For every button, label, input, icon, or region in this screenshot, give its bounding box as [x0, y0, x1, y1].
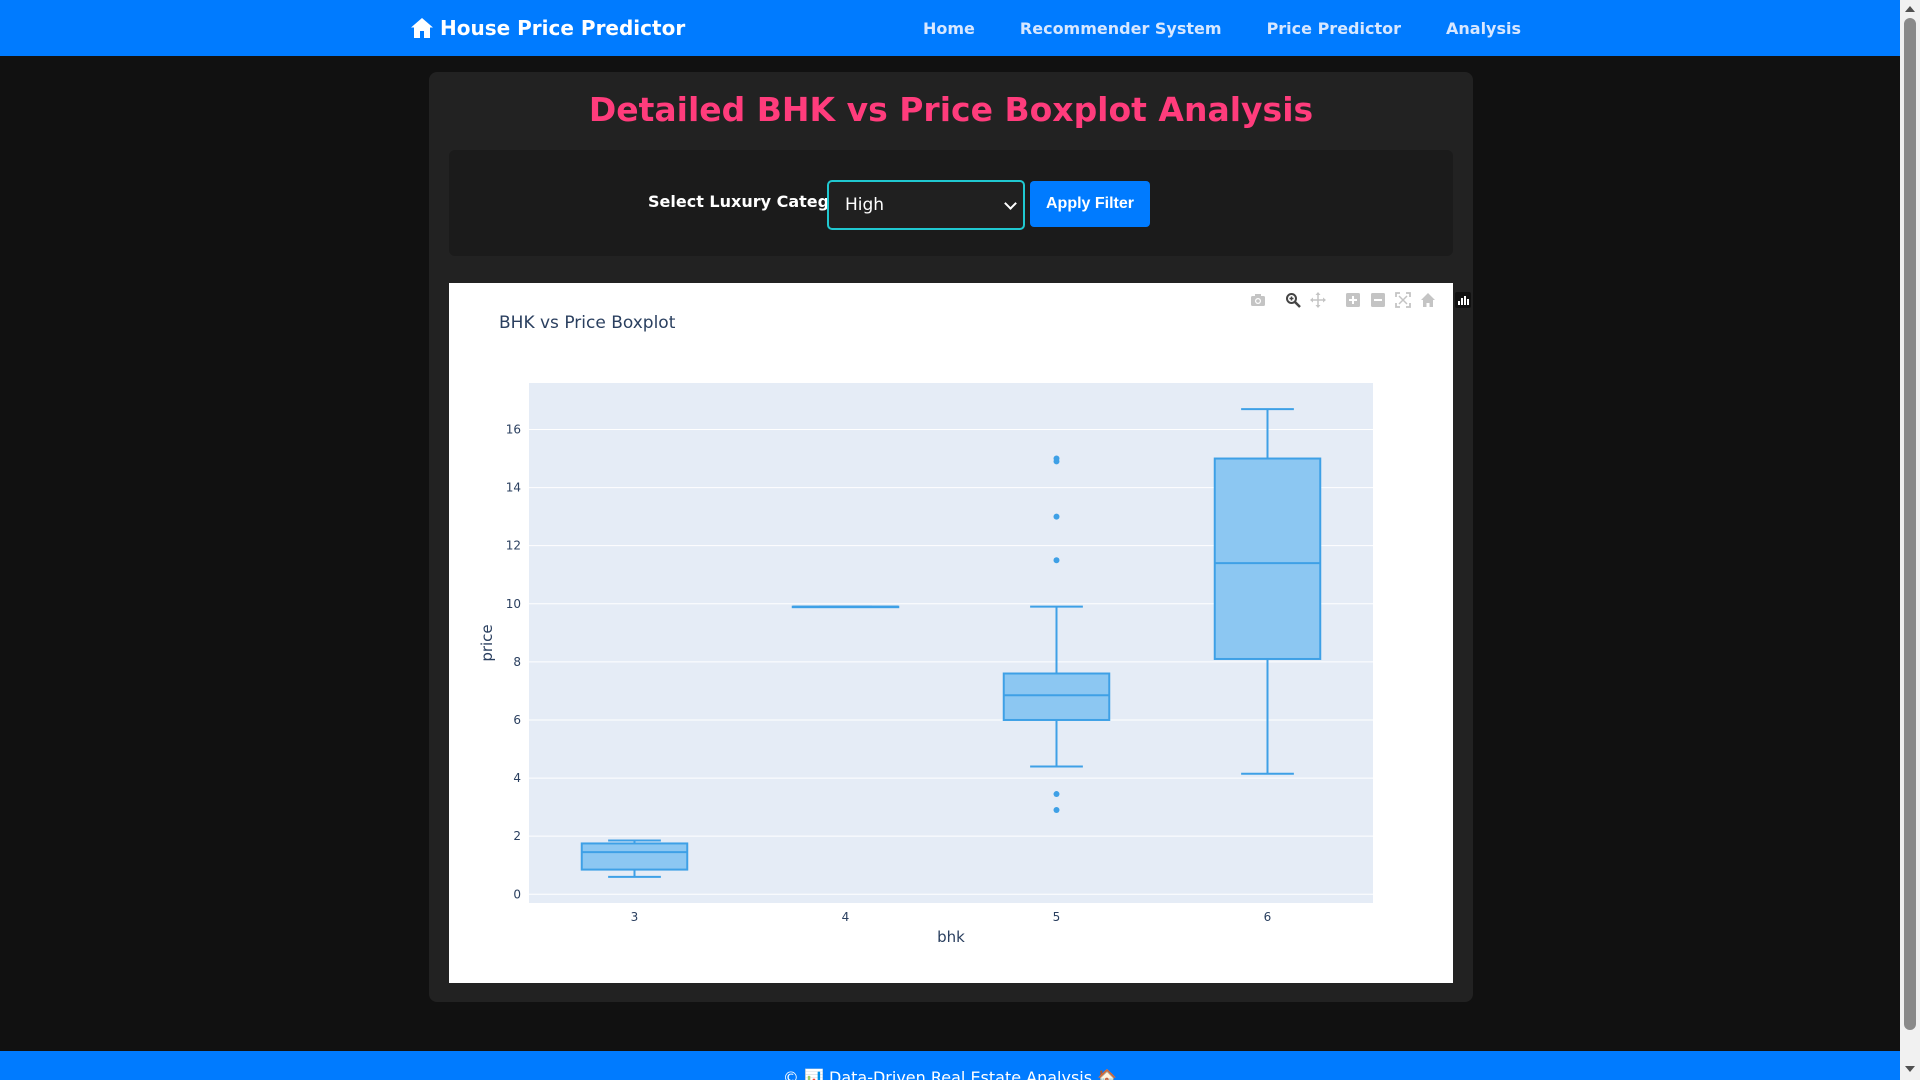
nav-recommender-system[interactable]: Recommender System — [1020, 19, 1222, 38]
iqr-box — [1002, 672, 1111, 721]
x-tick-label: 6 — [1264, 910, 1272, 924]
outlier-point — [1053, 557, 1060, 564]
y-tick-label: 2 — [513, 829, 521, 843]
y-tick-label: 14 — [506, 481, 521, 495]
outlier-point — [1053, 807, 1060, 814]
brand-link[interactable]: House Price Predictor — [410, 14, 685, 42]
iqr-box — [580, 842, 689, 871]
x-tick-label: 3 — [631, 910, 639, 924]
footer-text: © 📊 Data-Driven Real Estate Analysis 🏠 — [782, 1068, 1118, 1080]
bhk-price-boxplot: BHK vs Price Boxplot 0246810121416 3456 … — [478, 313, 1373, 946]
x-axis-label: bhk — [937, 928, 965, 946]
page-title: Detailed BHK vs Price Boxplot Analysis — [588, 90, 1314, 129]
iqr-box — [1213, 457, 1322, 660]
nav-home[interactable]: Home — [923, 19, 975, 38]
scrollbar-thumb[interactable] — [1904, 18, 1916, 1030]
chevron-down-icon — [1004, 197, 1017, 210]
filter-panel: Select Luxury Category: High Apply Filte… — [449, 150, 1453, 256]
y-tick-label: 0 — [513, 887, 521, 901]
y-tick-label: 10 — [506, 597, 521, 611]
box-bhk-4 — [791, 605, 900, 609]
y-tick-label: 4 — [513, 771, 521, 785]
y-axis-label: price — [478, 624, 496, 661]
x-tick-labels: 3 4 5 6 — [631, 910, 1272, 924]
y-tick-label: 6 — [513, 713, 521, 727]
x-tick-label: 5 — [1053, 910, 1061, 924]
luxury-category-value: High — [845, 195, 885, 215]
apply-filter-button[interactable]: Apply Filter — [1030, 181, 1150, 227]
scroll-up-icon[interactable] — [1905, 6, 1915, 12]
chart-title: BHK vs Price Boxplot — [499, 313, 676, 333]
outlier-point — [1053, 513, 1060, 520]
outlier-point — [1053, 791, 1060, 798]
plot-panel: BHK vs Price Boxplot 0 2 4 6 8 10 12 14 16 3456 … — [449, 283, 1471, 983]
nav-price-predictor[interactable]: Price Predictor — [1267, 19, 1401, 38]
page-scrollbar[interactable] — [1900, 0, 1920, 1080]
y-tick-label: 8 — [513, 655, 521, 669]
scroll-down-icon[interactable] — [1905, 1066, 1915, 1072]
footer: © 📊 Data-Driven Real Estate Analysis 🏠 — [0, 1051, 1900, 1080]
y-tick-label: 16 — [506, 422, 521, 436]
navbar: House Price Predictor Home Recommender S… — [0, 0, 1900, 56]
x-tick-label: 4 — [842, 910, 850, 924]
brand-label: House Price Predictor — [440, 16, 686, 40]
luxury-category-select[interactable]: High — [827, 180, 1025, 230]
y-tick-labels: 0 2 4 6 8 10 12 14 16 — [506, 422, 521, 901]
outlier-point — [1053, 455, 1060, 462]
analysis-card: Detailed BHK vs Price Boxplot Analysis S… — [429, 72, 1473, 1002]
y-tick-label: 12 — [506, 539, 521, 553]
home-icon — [411, 18, 433, 38]
plotly-logo-icon[interactable] — [1454, 291, 1472, 309]
nav-analysis[interactable]: Analysis — [1446, 19, 1521, 38]
nav-links: Home Recommender System Price Predictor … — [900, 0, 1566, 56]
